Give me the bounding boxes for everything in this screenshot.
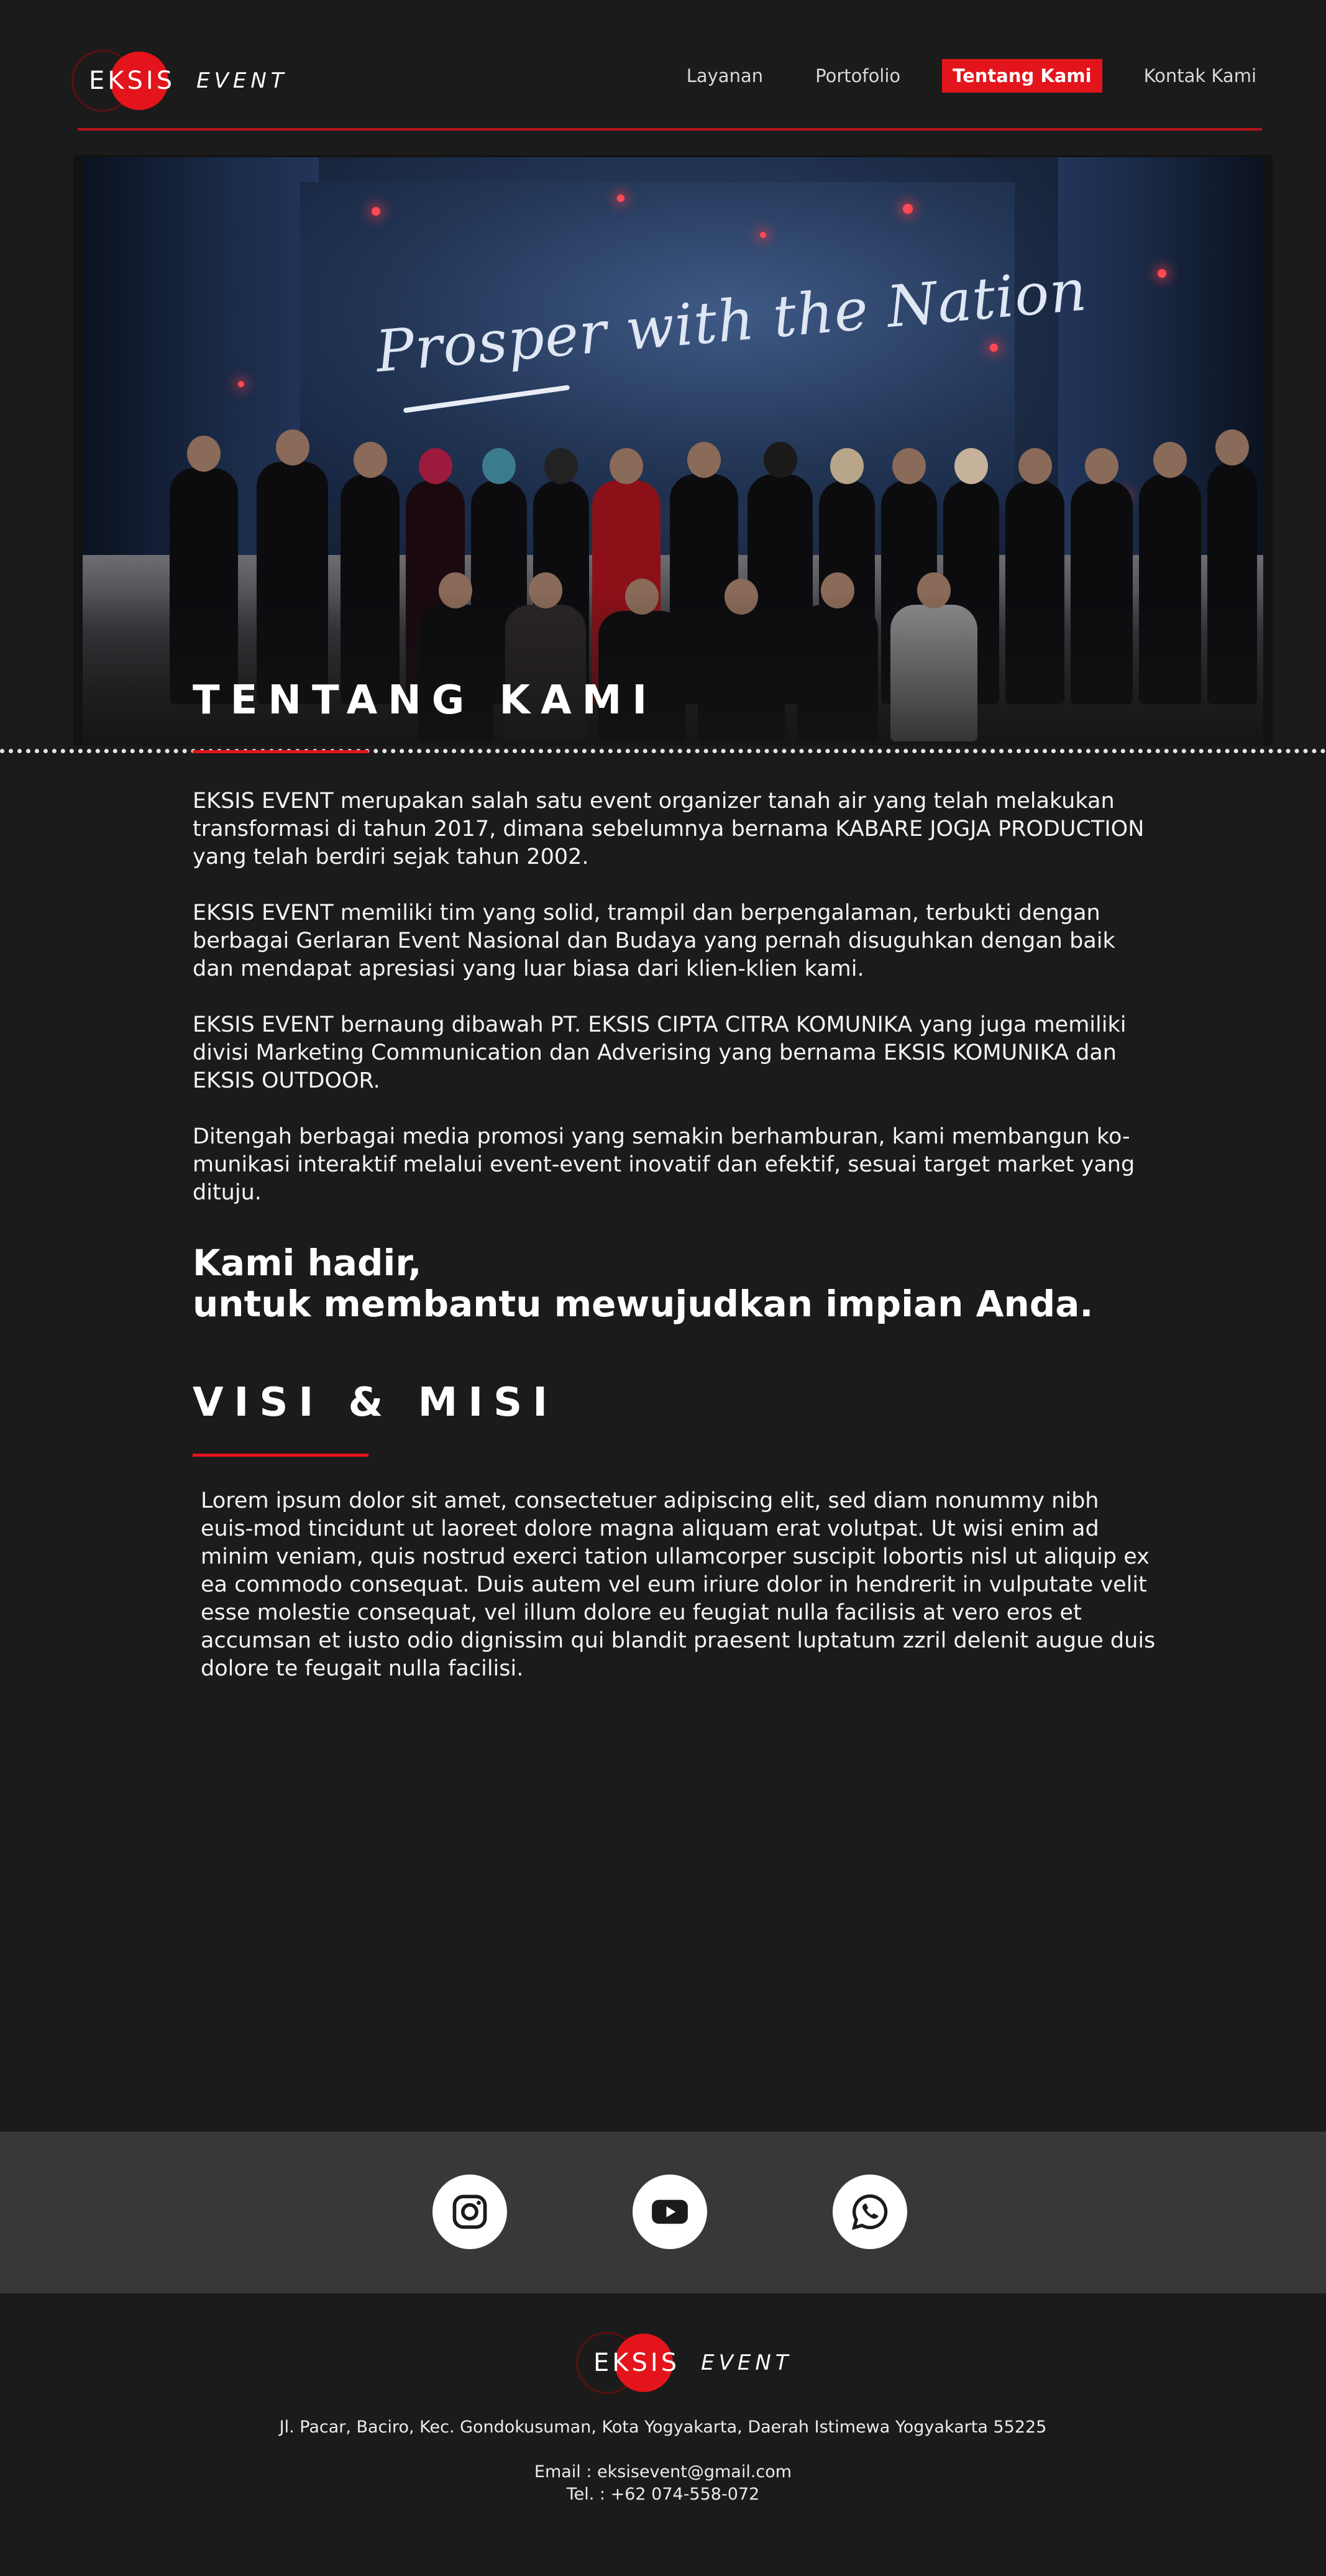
about-paragraph-3: EKSIS EVENT bernaung dibawah PT. EKSIS C… [193, 1012, 1127, 1093]
footer-logo[interactable]: EKSIS EVENT [576, 2332, 793, 2394]
logo-sub: EVENT [196, 68, 288, 93]
about-paragraph-4: Ditengah berbagai media promosi yang sem… [193, 1124, 1135, 1205]
hero-photo: Prosper with the Nation [83, 157, 1263, 745]
youtube-button[interactable] [633, 2175, 707, 2249]
youtube-icon [652, 2199, 688, 2224]
vision-text: Lorem ipsum dolor sit amet, consectetuer… [201, 1488, 1156, 1681]
stage-light [372, 207, 380, 216]
nav-portofolio[interactable]: Portofolio [805, 59, 911, 93]
stage-light [760, 232, 766, 238]
whatsapp-icon [851, 2194, 888, 2230]
instagram-button[interactable] [432, 2175, 507, 2249]
instagram-icon [452, 2194, 487, 2229]
stage-light [903, 204, 913, 214]
about-paragraph-2: EKSIS EVENT memiliki tim yang solid, tra… [193, 901, 1115, 981]
site-header: EKSIS EVENT Layanan Portofolio Tentang K… [0, 0, 1326, 134]
tagline-line-1: Kami hadir, [193, 1242, 422, 1284]
about-title: TENTANG KAMI [193, 677, 658, 723]
footer-address: Jl. Pacar, Baciro, Kec. Gondokusuman, Ko… [279, 2418, 1047, 2437]
nav-tentang-kami[interactable]: Tentang Kami [942, 59, 1102, 93]
stage-light [990, 344, 998, 352]
tagline: Kami hadir, untuk membantu mewujudkan im… [193, 1242, 1162, 1324]
logo-name: EKSIS [593, 2349, 680, 2377]
logo-sub: EVENT [701, 2350, 793, 2375]
stage-light [1158, 269, 1166, 278]
logo-name: EKSIS [89, 66, 176, 95]
whatsapp-button[interactable] [833, 2175, 907, 2249]
social-band [0, 2132, 1326, 2293]
header-divider [78, 128, 1262, 131]
vision-title: VISI & MISI [193, 1380, 559, 1426]
nav-layanan[interactable]: Layanan [676, 59, 774, 93]
stage-light [238, 381, 244, 387]
tagline-line-2: untuk membantu mewujudkan impian Anda. [193, 1283, 1094, 1325]
about-paragraph-1: EKSIS EVENT merupakan salah satu event o… [193, 789, 1145, 869]
main-nav: Layanan Portofolio Tentang Kami Kontak K… [645, 59, 1267, 93]
footer-phone[interactable]: Tel. : +62 074-558-072 [0, 2485, 1326, 2504]
nav-kontak-kami[interactable]: Kontak Kami [1133, 59, 1267, 93]
stage-light [617, 195, 624, 202]
brand-logo[interactable]: EKSIS EVENT [71, 50, 288, 112]
footer-email[interactable]: Email : eksisevent@gmail.com [0, 2462, 1326, 2482]
about-title-underline [193, 750, 368, 753]
vision-title-underline [193, 1454, 368, 1457]
